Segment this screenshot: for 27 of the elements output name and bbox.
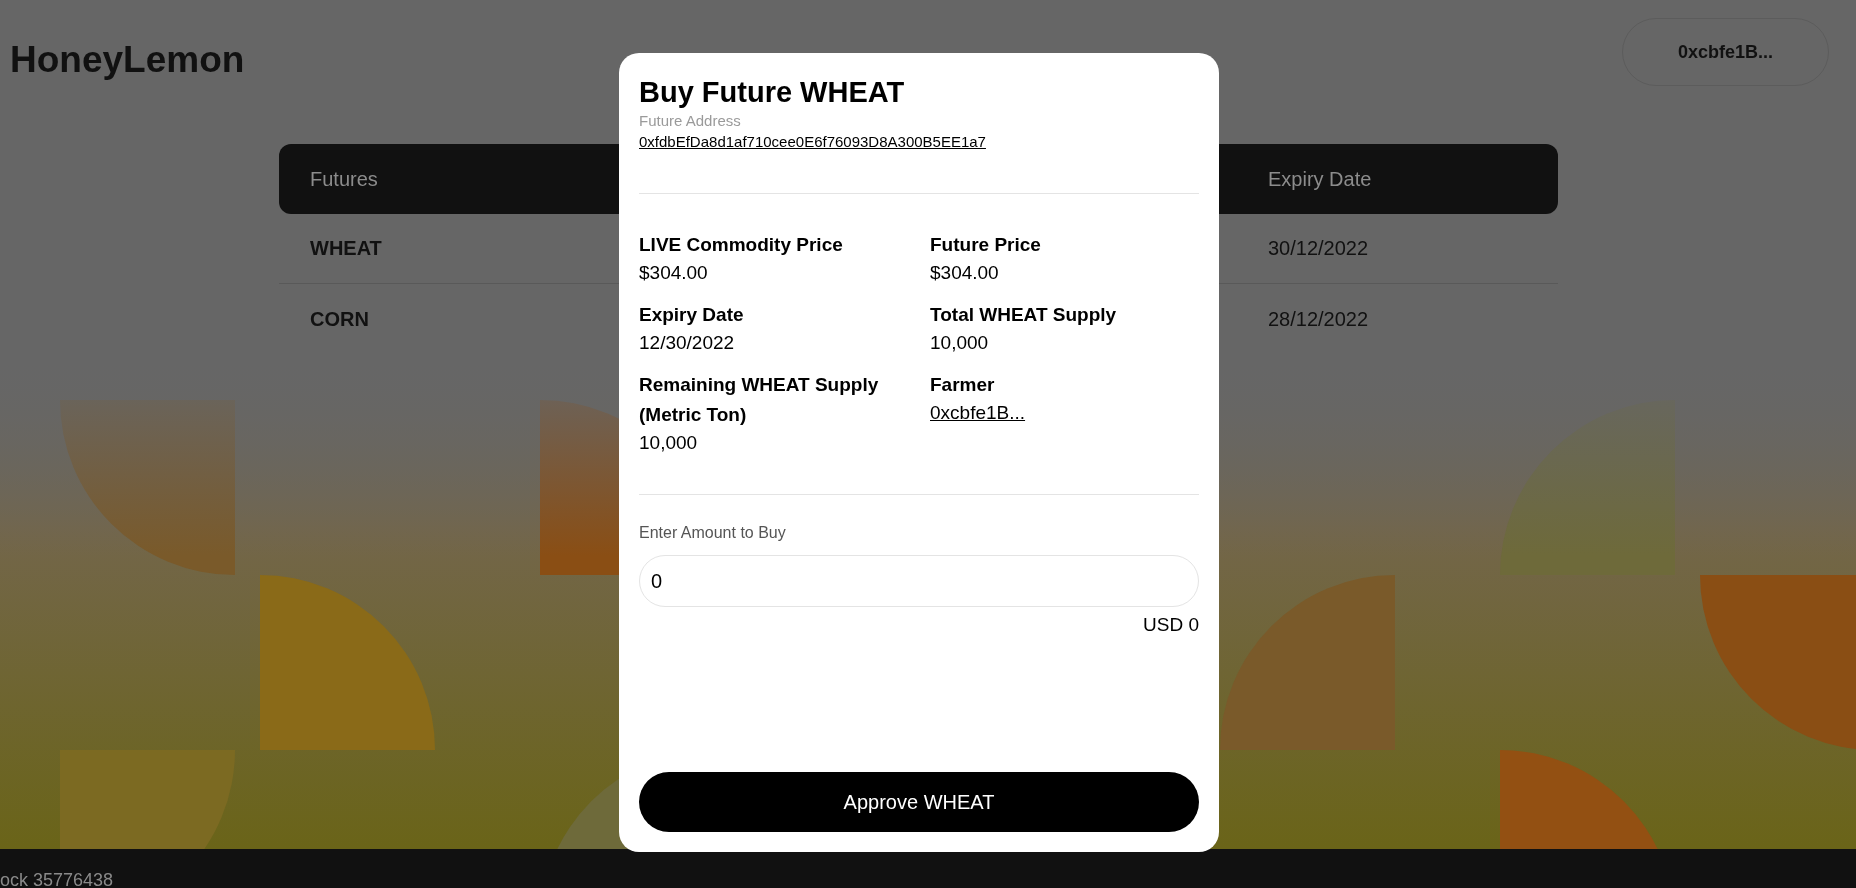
field-label: LIVE Commodity Price	[639, 233, 844, 257]
usd-amount: USD 0	[1143, 613, 1199, 637]
table-cell-text: WHEAT	[309, 236, 382, 261]
block-number: ock 35776438	[0, 869, 114, 888]
field-label: Expiry Date	[639, 303, 745, 327]
address-link[interactable]: 0xfdbEfDa8d1af710cee0E6f76093D8A300B5EE1a7	[639, 131, 986, 153]
table-cell-text: CORN	[309, 306, 369, 332]
field-label: Farmer	[930, 373, 996, 397]
field-value: $304.00	[639, 261, 708, 285]
column-header: Expiry Date	[1268, 166, 1372, 192]
address-label: Future Address	[639, 111, 741, 131]
field-value: 12/30/2022	[639, 331, 735, 355]
dialog-title: Buy Future WHEAT	[639, 75, 905, 110]
field-value: 10,000	[639, 431, 698, 455]
approve-button[interactable]: Approve WHEAT	[639, 772, 1199, 832]
field-value: $304.00	[930, 261, 999, 285]
field-label: Remaining WHEAT Supply (Metric Ton)	[639, 373, 879, 427]
app-title: HoneyLemon	[10, 38, 245, 82]
amount-field[interactable]: 0	[639, 555, 1199, 607]
table-cell-text: 28/12/2022	[1268, 306, 1369, 332]
table-cell-text: 30/12/2022	[1268, 236, 1369, 261]
column-header: Futures	[309, 166, 378, 192]
field-label: Future Price	[930, 233, 1042, 257]
amount-label: Enter Amount to Buy	[639, 523, 786, 543]
farmer-link[interactable]: 0xcbfe1B...	[930, 400, 1026, 426]
field-value: 10,000	[930, 331, 989, 355]
field-label: Total WHEAT Supply	[930, 303, 1118, 327]
